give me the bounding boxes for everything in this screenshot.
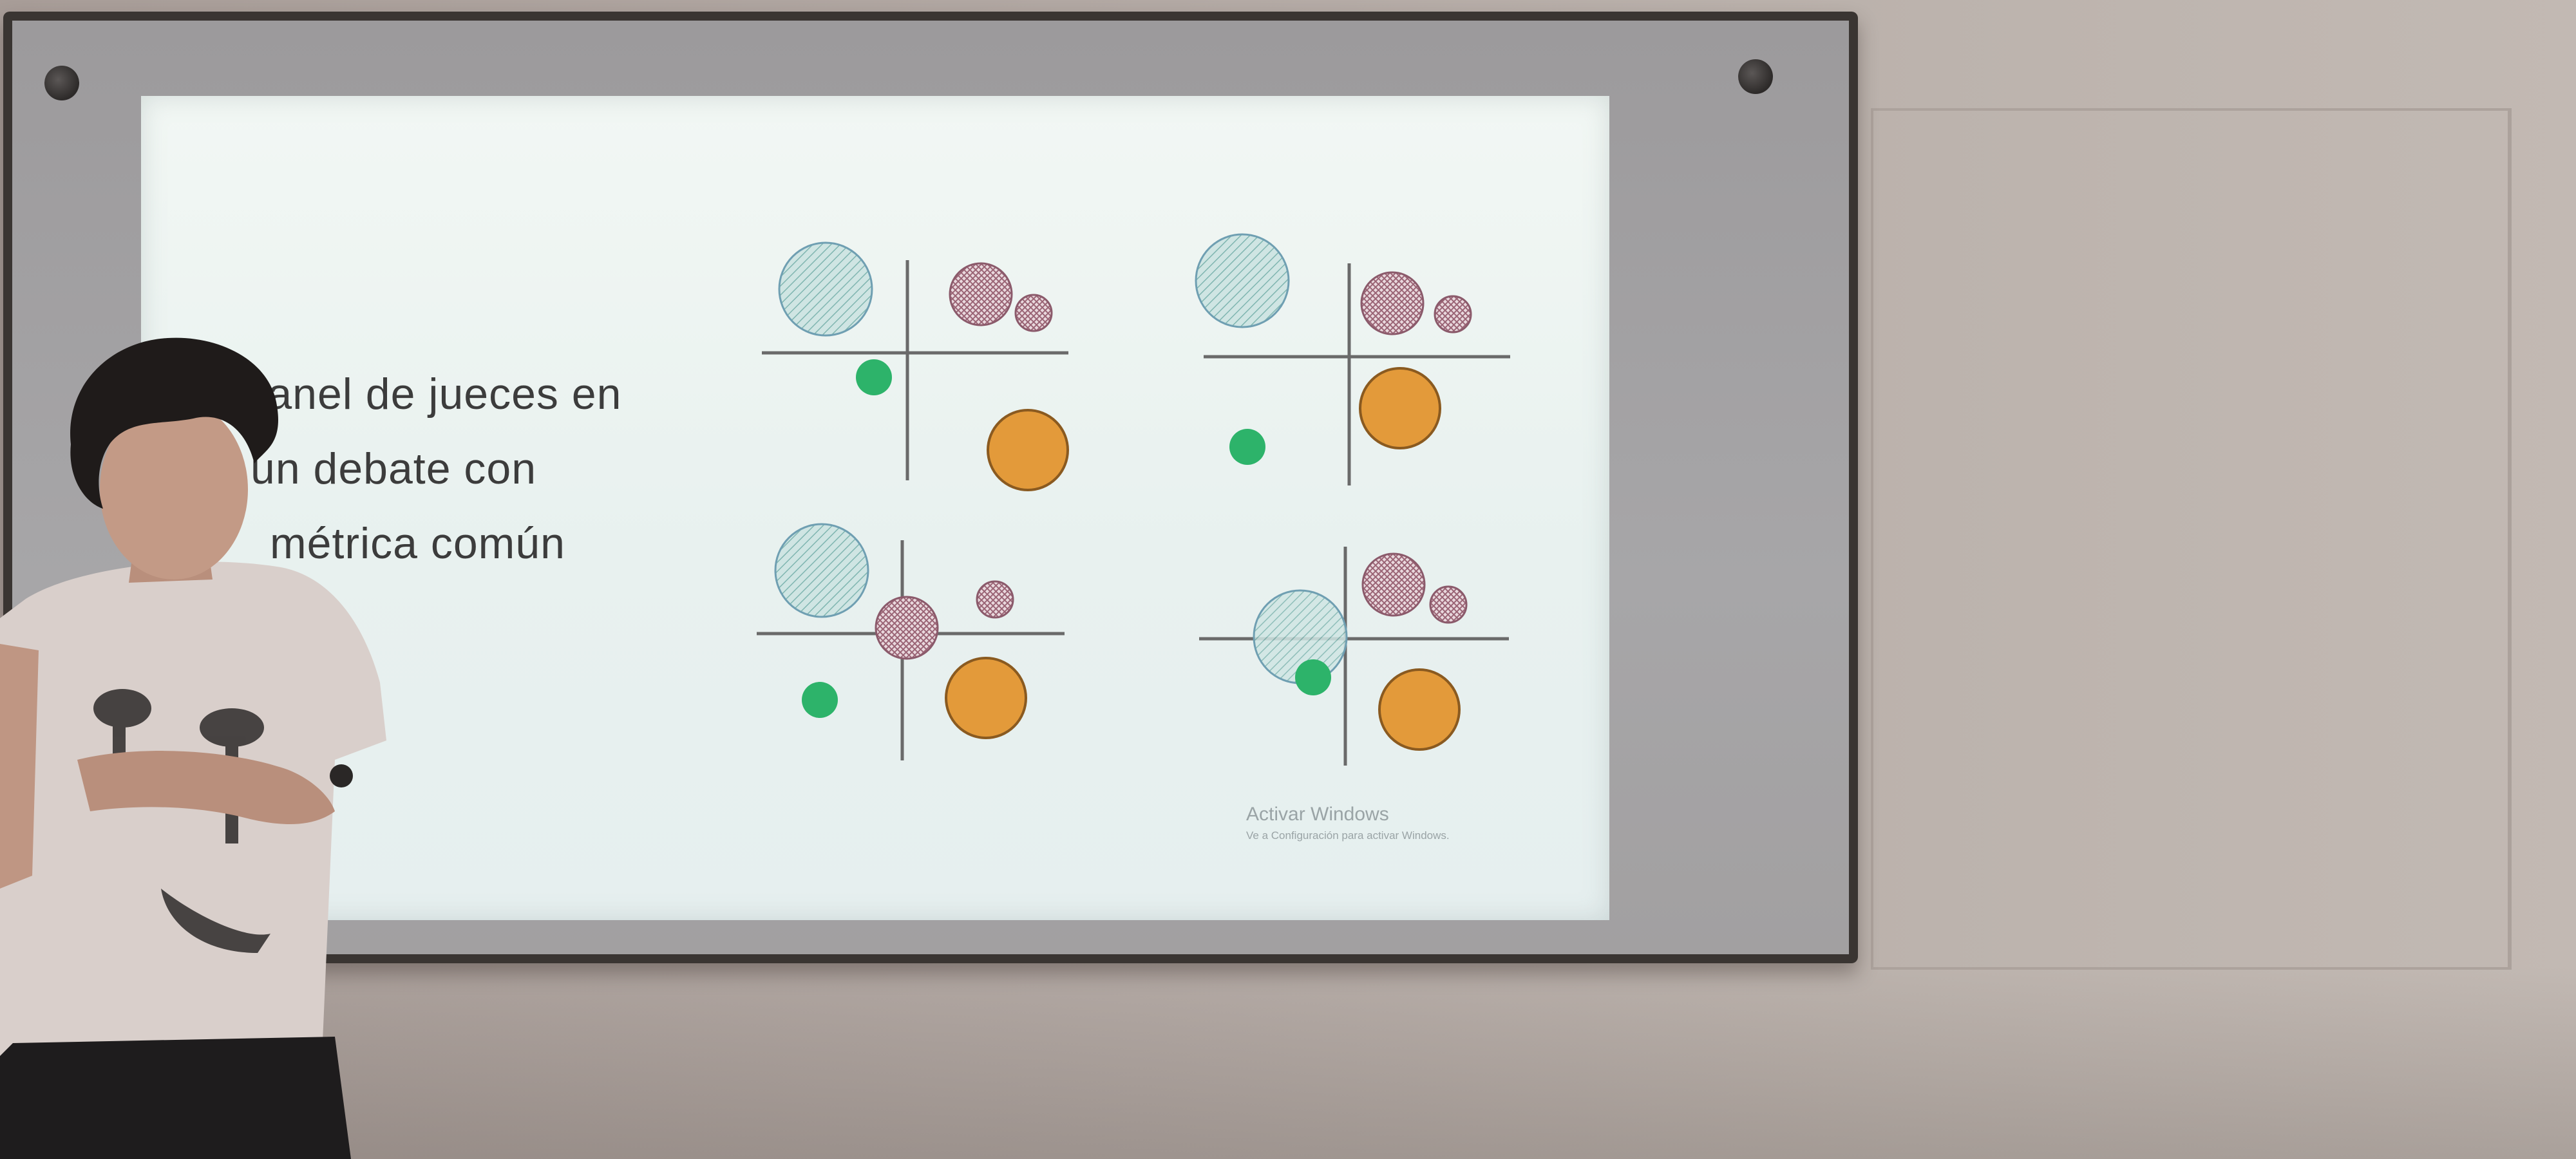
presenter-left-arm xyxy=(0,644,39,889)
presenter-pants xyxy=(0,1037,351,1159)
presenter xyxy=(0,337,386,1159)
wristwatch-icon xyxy=(330,764,353,787)
